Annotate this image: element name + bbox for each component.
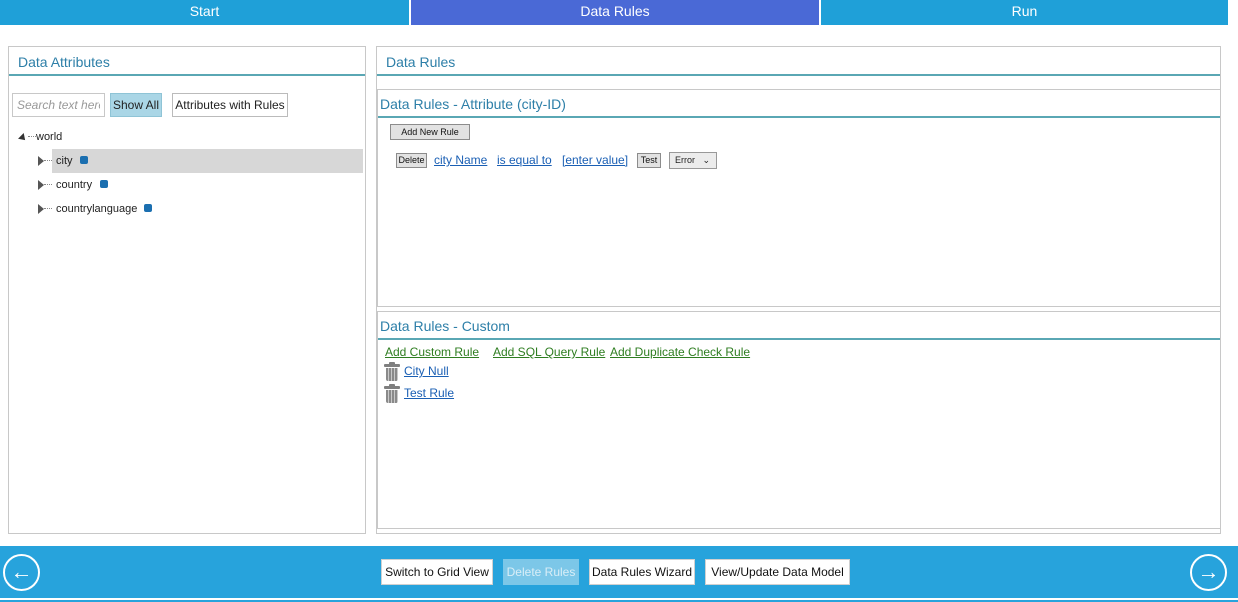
trash-icon[interactable] [384, 362, 400, 381]
next-arrow-icon[interactable]: → [1190, 554, 1227, 591]
bottom-toolbar: ← Switch to Grid View Delete Rules Data … [0, 546, 1238, 598]
data-rules-panel: Data Rules Data Rules - Attribute (city-… [376, 46, 1221, 534]
data-rules-title: Data Rules [377, 47, 1220, 76]
rule-operator-link[interactable]: is equal to [497, 153, 552, 167]
tree-node-countrylanguage[interactable]: countrylanguage [52, 197, 252, 221]
tree-connector [44, 160, 52, 161]
delete-rule-button[interactable]: Delete [396, 153, 427, 168]
severity-value: Error [675, 155, 695, 165]
trash-can [386, 390, 398, 403]
tree-node-country[interactable]: country [52, 173, 252, 197]
tab-run[interactable]: Run [821, 0, 1228, 25]
custom-rules-section: Data Rules - Custom Add Custom Rule Add … [377, 311, 1221, 529]
expand-open-icon[interactable] [18, 133, 28, 143]
search-input[interactable] [12, 93, 105, 117]
tree-node-label: city [56, 155, 73, 167]
add-sql-query-rule-link[interactable]: Add SQL Query Rule [493, 345, 605, 359]
tab-data-rules[interactable]: Data Rules [411, 0, 819, 25]
tab-start[interactable]: Start [0, 0, 409, 25]
attribute-rules-section: Data Rules - Attribute (city-ID) Add New… [377, 89, 1221, 307]
add-custom-rule-link[interactable]: Add Custom Rule [385, 345, 479, 359]
data-attributes-panel: Data Attributes Show All Attributes with… [8, 46, 366, 534]
tree-connector [44, 184, 52, 185]
trash-lid [384, 364, 400, 367]
wizard-tabs: Start Data Rules Run [0, 0, 1238, 25]
database-icon [80, 156, 88, 165]
trash-lid [384, 386, 400, 389]
custom-rule-link[interactable]: City Null [404, 364, 449, 378]
attributes-with-rules-button[interactable]: Attributes with Rules [172, 93, 288, 117]
expand-closed-icon[interactable] [38, 204, 44, 214]
show-all-button[interactable]: Show All [110, 93, 162, 117]
chevron-down-icon: ⌄ [702, 155, 710, 165]
database-icon [100, 180, 108, 189]
attribute-rules-title: Data Rules - Attribute (city-ID) [378, 90, 1220, 118]
trash-icon[interactable] [384, 384, 400, 403]
db-badge-holder [74, 149, 88, 173]
switch-to-grid-view-button[interactable]: Switch to Grid View [381, 559, 493, 585]
test-rule-button[interactable]: Test [637, 153, 661, 168]
data-rules-wizard-button[interactable]: Data Rules Wizard [589, 559, 695, 585]
tree-node-world[interactable]: world [9, 125, 365, 149]
add-duplicate-check-rule-link[interactable]: Add Duplicate Check Rule [610, 345, 750, 359]
trash-can [386, 368, 398, 381]
database-icon [144, 204, 152, 213]
tree-node-label: countrylanguage [56, 203, 138, 215]
tree-connector [44, 208, 52, 209]
custom-rule-link[interactable]: Test Rule [404, 386, 454, 400]
tree-node-label: country [56, 179, 93, 191]
rule-field-link[interactable]: city Name [434, 153, 487, 167]
db-badge-holder [138, 197, 152, 221]
tree-connector [28, 136, 36, 137]
db-badge-holder [94, 173, 108, 197]
custom-rules-title: Data Rules - Custom [378, 312, 1220, 340]
rule-value-link[interactable]: [enter value] [562, 153, 628, 167]
delete-rules-button[interactable]: Delete Rules [503, 559, 579, 585]
severity-select[interactable]: Error ⌄ [669, 152, 717, 169]
view-update-data-model-button[interactable]: View/Update Data Model [705, 559, 850, 585]
add-new-rule-button[interactable]: Add New Rule [390, 124, 470, 140]
tree-node-label: world [36, 131, 63, 143]
back-arrow-icon[interactable]: ← [3, 554, 40, 591]
tree-node-city[interactable]: city [52, 149, 363, 173]
expand-closed-icon[interactable] [38, 156, 44, 166]
expand-closed-icon[interactable] [38, 180, 44, 190]
data-attributes-title: Data Attributes [9, 47, 365, 76]
